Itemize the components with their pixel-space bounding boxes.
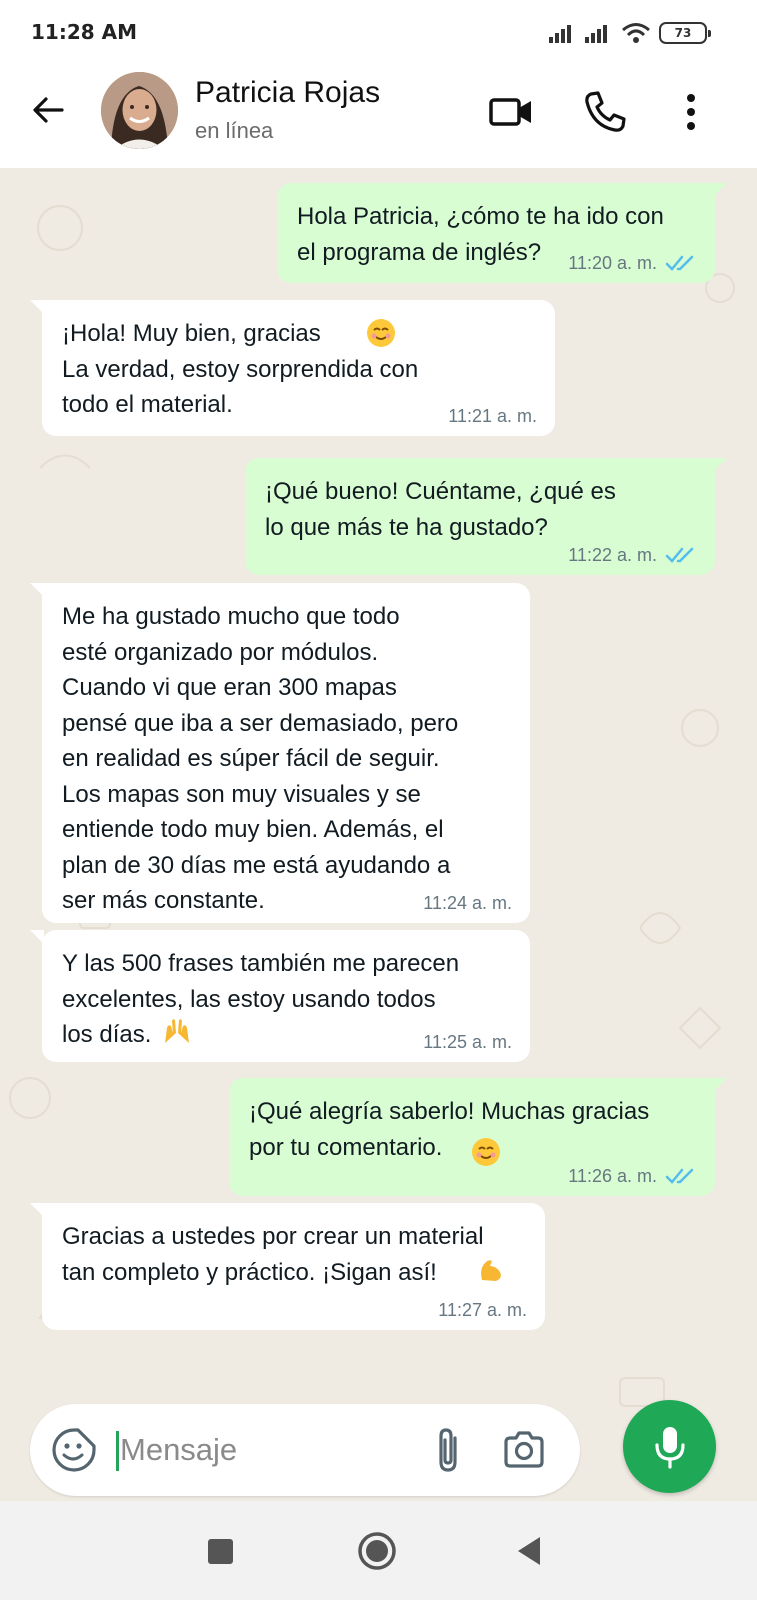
message-meta: 11:22 a. m.	[568, 545, 697, 565]
signal-icon	[549, 25, 571, 43]
message-text: Me ha gustado mucho que todo esté organi…	[62, 603, 459, 914]
message-bubble-incoming[interactable]: Me ha gustado mucho que todo esté organi…	[30, 583, 530, 923]
chat-area[interactable]: Hola Patricia, ¿cómo te ha ido con el pr…	[0, 168, 757, 1501]
message-bubble-incoming[interactable]: Y las 500 frases también me parecen exce…	[30, 930, 530, 1062]
microphone-icon	[654, 1426, 685, 1469]
wifi-icon	[622, 23, 650, 43]
message-meta: 11:20 a. m.	[568, 253, 697, 273]
message-composer	[30, 1404, 580, 1496]
more-vertical-icon[interactable]	[668, 88, 714, 136]
avatar[interactable]	[101, 72, 178, 149]
microphone-button[interactable]	[623, 1400, 716, 1493]
smiling-face-emoji	[367, 319, 395, 347]
status-time: 11:28 AM	[31, 20, 138, 44]
message-meta: 11:26 a. m.	[568, 1166, 697, 1186]
message-time: 11:25 a. m.	[423, 1032, 512, 1052]
flexed-biceps-emoji	[481, 1260, 501, 1281]
phone-icon[interactable]	[581, 88, 629, 136]
avatar-image	[101, 72, 178, 149]
contact-name[interactable]: Patricia Rojas	[195, 76, 380, 110]
emoji-sticker-icon[interactable]	[50, 1426, 98, 1474]
message-bubble-outgoing[interactable]: ¡Qué bueno! Cuéntame, ¿qué es lo que más…	[245, 458, 727, 575]
system-nav-bar	[0, 1501, 757, 1600]
message-meta: 11:21 a. m.	[448, 406, 537, 426]
message-text: Gracias a ustedes por crear un material …	[62, 1223, 484, 1286]
message-time: 11:20 a. m.	[568, 253, 657, 273]
status-icons: 73	[549, 22, 711, 44]
message-input[interactable]	[120, 1426, 340, 1474]
recents-square-icon[interactable]	[198, 1529, 242, 1573]
message-meta: 11:24 a. m.	[423, 893, 512, 913]
signal-icon	[585, 25, 607, 43]
paperclip-icon[interactable]	[425, 1424, 473, 1476]
battery-icon: 73	[659, 22, 711, 44]
status-bar: 11:28 AM 73	[0, 0, 757, 62]
contact-status: en línea	[195, 118, 274, 143]
message-time: 11:26 a. m.	[568, 1166, 657, 1186]
message-bubble-outgoing[interactable]: ¡Qué alegría saberlo! Muchas gracias por…	[229, 1078, 727, 1196]
camera-icon[interactable]	[500, 1426, 548, 1474]
message-bubble-outgoing[interactable]: Hola Patricia, ¿cómo te ha ido con el pr…	[277, 183, 727, 283]
message-meta: 11:25 a. m.	[423, 1032, 512, 1052]
message-bubble-incoming[interactable]: ¡Hola! Muy bien, gracias La verdad, esto…	[30, 300, 555, 436]
text-caret	[116, 1431, 119, 1471]
read-ticks-icon	[665, 255, 694, 271]
message-time: 11:21 a. m.	[448, 406, 537, 426]
chat-header: Patricia Rojas en línea	[0, 62, 757, 168]
message-bubble-incoming[interactable]: Gracias a ustedes por crear un material …	[30, 1203, 545, 1330]
smiling-face-emoji	[472, 1138, 500, 1166]
back-arrow-icon[interactable]	[28, 90, 68, 130]
message-time: 11:24 a. m.	[423, 893, 512, 913]
battery-level: 73	[674, 26, 692, 40]
home-circle-icon[interactable]	[355, 1529, 399, 1573]
read-ticks-icon	[665, 1168, 694, 1184]
message-text: ¡Qué bueno! Cuéntame, ¿qué es lo que más…	[265, 478, 616, 541]
message-text: ¡Hola! Muy bien, gracias La verdad, esto…	[62, 320, 419, 418]
message-time: 11:22 a. m.	[568, 545, 657, 565]
read-ticks-icon	[665, 547, 694, 563]
video-call-icon[interactable]	[487, 88, 535, 136]
message-time: 11:27 a. m.	[438, 1300, 527, 1320]
raising-hands-emoji	[165, 1019, 189, 1043]
back-triangle-icon[interactable]	[508, 1529, 552, 1573]
message-meta: 11:27 a. m.	[438, 1300, 527, 1320]
